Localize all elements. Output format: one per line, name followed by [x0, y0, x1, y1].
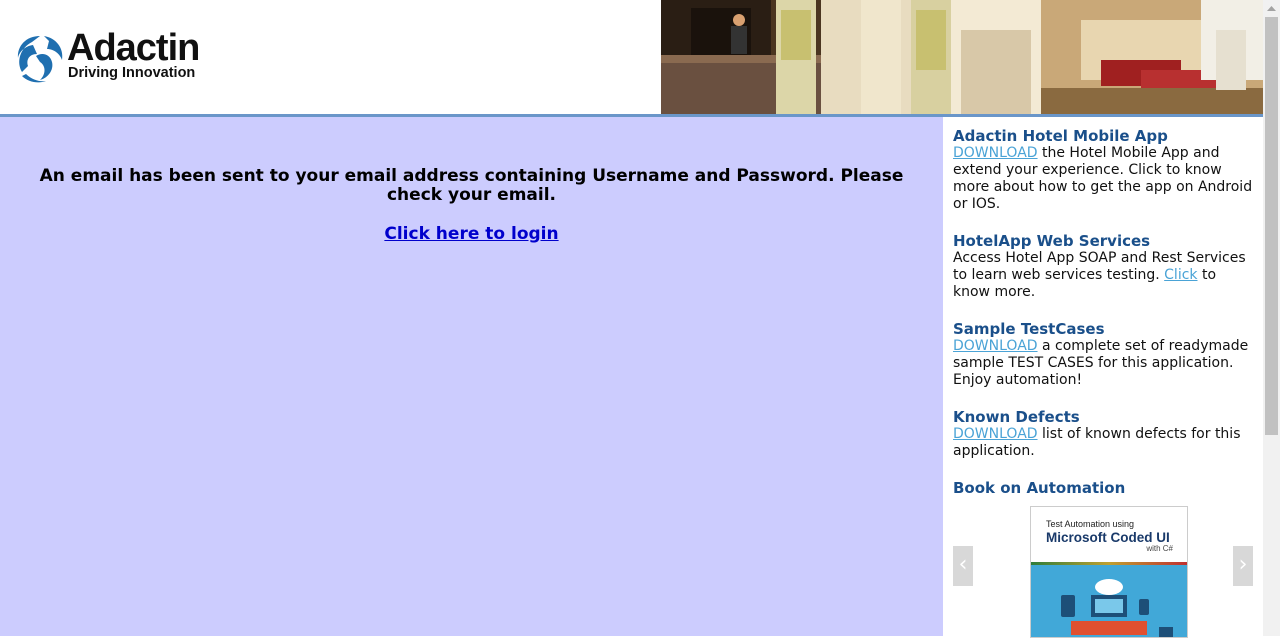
known-defects-section: Known Defects DOWNLOAD list of known def…: [953, 409, 1253, 460]
book-subtitle: Test Automation using: [1046, 519, 1135, 529]
page-header: Adactin Driving Innovation: [0, 0, 1263, 114]
mobile-app-section: Adactin Hotel Mobile App DOWNLOAD the Ho…: [953, 128, 1253, 213]
test-cases-section: Sample TestCases DOWNLOAD a complete set…: [953, 321, 1253, 389]
sidebar: Adactin Hotel Mobile App DOWNLOAD the Ho…: [943, 117, 1263, 638]
scrollbar-thumb[interactable]: [1265, 17, 1278, 435]
test-cases-download-link[interactable]: DOWNLOAD: [953, 338, 1038, 354]
logo-swirl-icon: [17, 36, 63, 83]
hotel-lobby-banner: [661, 0, 1263, 114]
chevron-right-icon: ›: [1238, 552, 1248, 577]
login-link[interactable]: Click here to login: [384, 224, 558, 244]
web-services-text: Access Hotel App SOAP and Rest Services …: [953, 250, 1253, 301]
book-language: with C#: [1146, 544, 1173, 553]
main-content: An email has been sent to your email add…: [0, 117, 943, 636]
web-services-section: HotelApp Web Services Access Hotel App S…: [953, 233, 1253, 301]
page-scrollbar[interactable]: [1263, 0, 1280, 636]
confirmation-message: An email has been sent to your email add…: [39, 166, 904, 205]
logo-tagline: Driving Innovation: [68, 65, 196, 81]
test-cases-heading: Sample TestCases: [953, 320, 1105, 338]
mobile-app-text: DOWNLOAD the Hotel Mobile App and extend…: [953, 145, 1253, 213]
login-link-container: Click here to login: [0, 223, 943, 245]
mobile-app-download-link[interactable]: DOWNLOAD: [953, 145, 1038, 161]
logo-title: Adactin: [67, 27, 200, 69]
known-defects-text: DOWNLOAD list of known defects for this …: [953, 426, 1253, 460]
book-heading: Book on Automation: [953, 479, 1126, 497]
book-section: Book on Automation: [953, 480, 1253, 497]
book-cover[interactable]: Test Automation using Microsoft Coded UI…: [1030, 506, 1188, 638]
carousel-next-button[interactable]: ›: [1233, 546, 1253, 586]
book-cover-art: [1031, 565, 1187, 637]
web-services-heading: HotelApp Web Services: [953, 232, 1151, 250]
known-defects-download-link[interactable]: DOWNLOAD: [953, 426, 1038, 442]
test-cases-text: DOWNLOAD a complete set of readymade sam…: [953, 338, 1253, 389]
web-services-click-link[interactable]: Click: [1164, 267, 1197, 283]
carousel-prev-button[interactable]: ‹: [953, 546, 973, 586]
mobile-app-heading: Adactin Hotel Mobile App: [953, 127, 1168, 145]
scroll-up-arrow-icon[interactable]: [1263, 0, 1280, 17]
chevron-left-icon: ‹: [958, 552, 968, 577]
adactin-logo: Adactin Driving Innovation: [14, 27, 234, 86]
known-defects-heading: Known Defects: [953, 408, 1080, 426]
book-title: Microsoft Coded UI: [1046, 530, 1170, 545]
